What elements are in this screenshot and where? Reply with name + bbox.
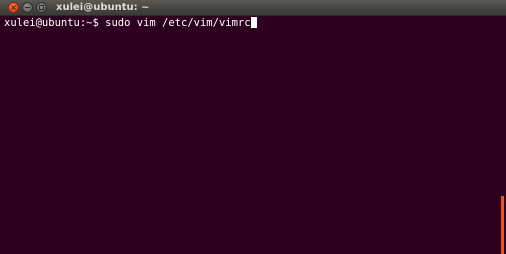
close-button[interactable]: ×: [8, 2, 19, 13]
command-text: sudo vim /etc/vim/vimrc: [105, 17, 251, 29]
close-icon: ×: [10, 3, 17, 12]
terminal-output[interactable]: xulei@ubuntu:~$ sudo vim /etc/vim/vimrc: [4, 17, 502, 254]
window-title: xulei@ubuntu: ~: [56, 2, 150, 13]
text-cursor: [250, 17, 257, 28]
scrollbar[interactable]: [501, 196, 504, 254]
minimize-button[interactable]: [22, 2, 33, 13]
title-bar[interactable]: × xulei@ubuntu: ~: [0, 0, 506, 16]
maximize-button[interactable]: [36, 2, 47, 13]
minimize-icon: [25, 7, 30, 8]
terminal-window: × xulei@ubuntu: ~ xulei@ubuntu:~$ sudo v…: [0, 0, 506, 254]
maximize-icon: [39, 5, 44, 10]
shell-prompt: xulei@ubuntu:~$: [4, 17, 106, 29]
